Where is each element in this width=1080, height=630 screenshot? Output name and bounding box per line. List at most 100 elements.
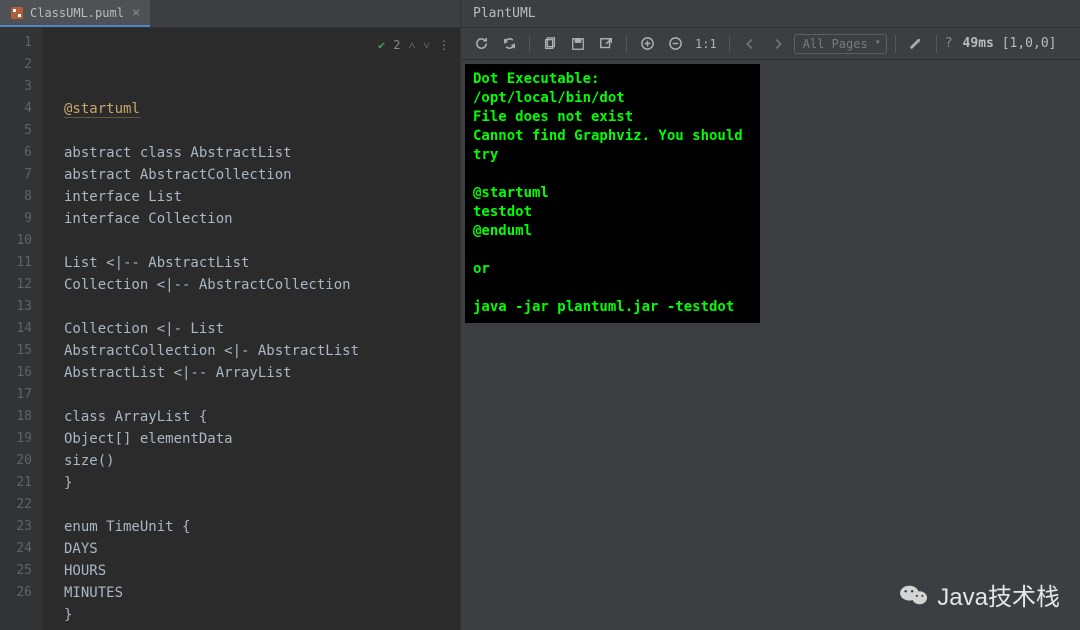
output-line: or <box>473 260 752 279</box>
code-line[interactable]: Collection <|- List <box>64 318 460 340</box>
zoom-out-icon[interactable] <box>663 32 687 56</box>
output-line <box>473 279 752 298</box>
actual-size-button[interactable]: 1:1 <box>691 32 721 56</box>
line-number: 18 <box>0 406 42 428</box>
line-number: 1 <box>0 32 42 54</box>
code-line[interactable]: HOURS <box>64 560 460 582</box>
zoom-in-icon[interactable] <box>635 32 659 56</box>
output-line: Dot Executable: /opt/local/bin/dot <box>473 70 752 108</box>
export-icon[interactable] <box>594 32 618 56</box>
line-number: 5 <box>0 120 42 142</box>
inspection-check-icon: ✔ <box>378 34 385 56</box>
code-line[interactable]: Collection <|-- AbstractCollection <box>64 274 460 296</box>
toolbar-separator <box>936 35 937 53</box>
code-line[interactable]: } <box>64 604 460 626</box>
output-line <box>473 241 752 260</box>
watermark-text: Java技术栈 <box>937 577 1060 612</box>
render-coords: [1,0,0] <box>1002 36 1057 51</box>
code-line[interactable] <box>64 296 460 318</box>
output-line <box>473 165 752 184</box>
wrench-icon[interactable] <box>904 32 928 56</box>
toolbar-separator <box>529 35 530 53</box>
code-line[interactable]: interface List <box>64 186 460 208</box>
line-number: 15 <box>0 340 42 362</box>
wechat-icon <box>899 582 929 608</box>
code-line[interactable] <box>64 494 460 516</box>
page-selector-dropdown[interactable]: All Pages <box>794 34 887 54</box>
preview-title: PlantUML <box>473 6 536 21</box>
copy-icon[interactable] <box>538 32 562 56</box>
render-status: ? 49ms [1,0,0] <box>945 36 1057 51</box>
line-number: 7 <box>0 164 42 186</box>
reload-icon[interactable] <box>497 32 521 56</box>
close-tab-icon[interactable]: × <box>132 5 140 21</box>
code-line[interactable]: Object[] elementData <box>64 428 460 450</box>
line-number: 22 <box>0 494 42 516</box>
editor-tab-classuml[interactable]: ClassUML.puml × <box>0 0 150 27</box>
forward-icon[interactable] <box>766 32 790 56</box>
line-number: 13 <box>0 296 42 318</box>
line-number: 9 <box>0 208 42 230</box>
editor-pane: ClassUML.puml × 123456789101112131415161… <box>0 0 460 630</box>
line-number: 26 <box>0 582 42 604</box>
code-line[interactable]: abstract AbstractCollection <box>64 164 460 186</box>
line-number: 17 <box>0 384 42 406</box>
code-line[interactable]: MINUTES <box>64 582 460 604</box>
line-number: 3 <box>0 76 42 98</box>
toolbar-separator <box>895 35 896 53</box>
code-line[interactable]: class ArrayList { <box>64 406 460 428</box>
editor-scrollbar[interactable] <box>450 28 460 630</box>
refresh-icon[interactable] <box>469 32 493 56</box>
preview-title-bar: PlantUML <box>461 0 1080 28</box>
editor-tab-bar: ClassUML.puml × <box>0 0 460 28</box>
chevron-up-icon[interactable]: ˄ <box>408 34 415 56</box>
line-number: 23 <box>0 516 42 538</box>
line-number: 24 <box>0 538 42 560</box>
inspection-widget[interactable]: ✔ 2 ˄ ˅ ⋮ <box>378 34 450 56</box>
code-line[interactable] <box>64 384 460 406</box>
more-icon[interactable]: ⋮ <box>438 34 450 56</box>
watermark: Java技术栈 <box>899 577 1060 612</box>
code-line[interactable]: AbstractList <|-- ArrayList <box>64 362 460 384</box>
code-line[interactable] <box>64 230 460 252</box>
line-number-gutter: 1234567891011121314151617181920212223242… <box>0 28 42 630</box>
line-number: 10 <box>0 230 42 252</box>
line-number: 21 <box>0 472 42 494</box>
line-number: 14 <box>0 318 42 340</box>
code-line[interactable]: DAYS <box>64 538 460 560</box>
code-line[interactable]: enum TimeUnit { <box>64 516 460 538</box>
code-line[interactable]: abstract class AbstractList <box>64 142 460 164</box>
preview-pane: PlantUML 1:1 All Pages ? 49ms [1,0,0] Do… <box>460 0 1080 630</box>
save-icon[interactable] <box>566 32 590 56</box>
toolbar-separator <box>626 35 627 53</box>
toolbar-separator <box>729 35 730 53</box>
code-line[interactable] <box>64 120 460 142</box>
output-line: testdot <box>473 203 752 222</box>
line-number: 2 <box>0 54 42 76</box>
help-icon[interactable]: ? <box>945 36 953 51</box>
preview-toolbar: 1:1 All Pages ? 49ms [1,0,0] <box>461 28 1080 60</box>
output-line: Cannot find Graphviz. You should try <box>473 127 752 165</box>
code-line[interactable]: AbstractCollection <|- AbstractList <box>64 340 460 362</box>
line-number: 19 <box>0 428 42 450</box>
code-line[interactable]: size() <box>64 450 460 472</box>
line-number: 6 <box>0 142 42 164</box>
preview-error-output: Dot Executable: /opt/local/bin/dotFile d… <box>465 64 760 323</box>
code-line[interactable]: @startuml <box>64 98 460 120</box>
plantuml-file-icon <box>10 6 24 20</box>
code-line[interactable]: interface Collection <box>64 208 460 230</box>
line-number: 8 <box>0 186 42 208</box>
code-line[interactable]: List <|-- AbstractList <box>64 252 460 274</box>
back-icon[interactable] <box>738 32 762 56</box>
preview-area[interactable]: Dot Executable: /opt/local/bin/dotFile d… <box>461 60 1080 630</box>
code-line[interactable]: } <box>64 472 460 494</box>
code-line[interactable] <box>64 626 460 630</box>
output-line: java -jar plantuml.jar -testdot <box>473 298 752 317</box>
code-area[interactable]: ✔ 2 ˄ ˅ ⋮ @startuml abstract class Abstra… <box>42 28 460 630</box>
line-number: 20 <box>0 450 42 472</box>
editor-body: 1234567891011121314151617181920212223242… <box>0 28 460 630</box>
line-number: 25 <box>0 560 42 582</box>
line-number: 11 <box>0 252 42 274</box>
line-number: 12 <box>0 274 42 296</box>
chevron-down-icon[interactable]: ˅ <box>423 34 430 56</box>
